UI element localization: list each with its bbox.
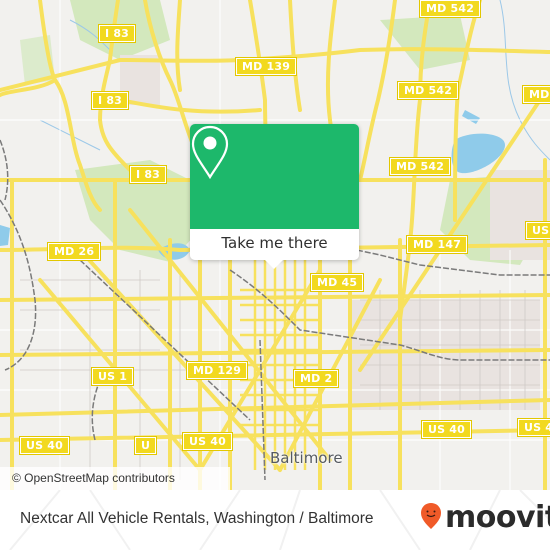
- road-shield: MD 26: [46, 242, 102, 261]
- destination-popup: Take me there: [190, 124, 359, 269]
- road-shield: MD 542: [396, 81, 460, 100]
- road-shield: MD 2: [292, 369, 340, 388]
- road-shield: US 40: [517, 418, 550, 437]
- road-shield: US 40: [182, 432, 233, 451]
- road-shield: US 40: [421, 420, 472, 439]
- moovit-logo[interactable]: moovit: [420, 502, 550, 534]
- road-shield: I 83: [90, 91, 130, 110]
- road-shield: MD 542: [388, 157, 452, 176]
- map-attribution[interactable]: © OpenStreetMap contributors: [0, 467, 230, 490]
- place-title: Nextcar All Vehicle Rentals, Washington …: [20, 510, 374, 527]
- map[interactable]: MD 542 I 83 MD 139 MD 542 I 83 I 83 MD 5…: [0, 0, 550, 490]
- road-shield: MD 147: [405, 235, 469, 254]
- road-shield: MD 542: [418, 0, 482, 18]
- road-shield: MD 129: [185, 361, 249, 380]
- road-shield: MD 1: [521, 85, 550, 104]
- road-shield: US 40: [19, 436, 70, 455]
- road-shield: I 83: [97, 24, 137, 43]
- road-shield: I 83: [128, 165, 168, 184]
- moovit-smiley-pin-icon: [420, 502, 442, 534]
- brand-name: moovit: [445, 500, 550, 535]
- popup-pointer: [265, 260, 283, 269]
- road-shield: US 1: [90, 367, 135, 386]
- take-me-there-button[interactable]: Take me there: [190, 229, 359, 260]
- road-shield: MD 139: [234, 57, 298, 76]
- road-shield: U: [133, 436, 158, 455]
- popup-header: [190, 124, 359, 229]
- city-label: Baltimore: [270, 449, 343, 467]
- road-shield: MD 45: [309, 273, 365, 292]
- road-shield: US 1: [524, 221, 550, 240]
- footer: Nextcar All Vehicle Rentals, Washington …: [0, 490, 550, 550]
